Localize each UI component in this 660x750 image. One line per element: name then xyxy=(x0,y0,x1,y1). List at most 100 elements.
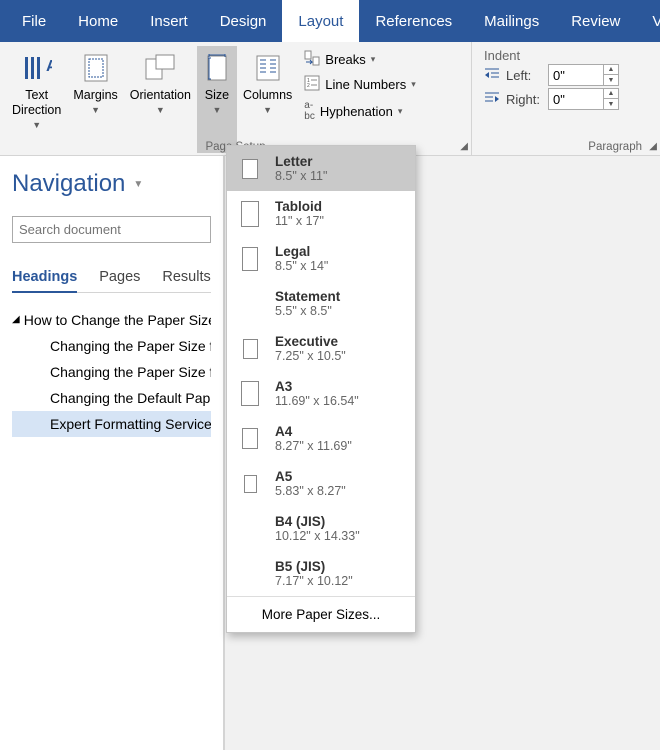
size-dims: 10.12" x 14.33" xyxy=(275,529,360,543)
spin-down-icon[interactable]: ▼ xyxy=(604,75,618,85)
line-numbers-button[interactable]: 12 Line Numbers ▾ xyxy=(302,73,417,96)
tab-layout[interactable]: Layout xyxy=(282,0,359,42)
size-name: B4 (JIS) xyxy=(275,514,360,529)
group-page-setup: A Text Direction ▼ Margins ▼ Orientation… xyxy=(0,42,472,155)
size-button[interactable]: Size ▼ xyxy=(197,46,237,153)
chevron-down-icon: ▾ xyxy=(411,79,416,90)
size-dims: 7.25" x 10.5" xyxy=(275,349,346,363)
spin-down-icon[interactable]: ▼ xyxy=(604,99,618,109)
tree-item[interactable]: Changing the Default Paper Size xyxy=(12,385,211,411)
page-thumb-icon xyxy=(239,339,261,359)
indent-right-icon xyxy=(484,91,500,108)
text-direction-label: Text Direction xyxy=(12,88,61,118)
tab-review[interactable]: Review xyxy=(555,0,636,42)
chevron-down-icon: ▼ xyxy=(32,118,41,133)
chevron-down-icon: ▾ xyxy=(398,106,403,117)
tab-home[interactable]: Home xyxy=(62,0,134,42)
navtab-headings[interactable]: Headings xyxy=(12,269,77,293)
margins-button[interactable]: Margins ▼ xyxy=(67,46,123,153)
size-option-letter[interactable]: Letter8.5" x 11" xyxy=(227,146,415,191)
size-dims: 7.17" x 10.12" xyxy=(275,574,353,588)
size-option-b4-jis-[interactable]: B4 (JIS)10.12" x 14.33" xyxy=(227,506,415,551)
tree-root[interactable]: ◢ How to Change the Paper Size in Word xyxy=(12,307,211,333)
margins-label: Margins xyxy=(73,88,117,103)
tab-insert[interactable]: Insert xyxy=(134,0,204,42)
size-option-a4[interactable]: A48.27" x 11.69" xyxy=(227,416,415,461)
page-thumb-icon xyxy=(239,201,261,227)
search-input[interactable] xyxy=(12,216,211,243)
tab-references[interactable]: References xyxy=(359,0,468,42)
size-dims: 11.69" x 16.54" xyxy=(275,394,359,408)
indent-left-input[interactable] xyxy=(549,65,603,85)
page-setup-launcher[interactable]: ◢ xyxy=(460,141,468,152)
svg-text:A: A xyxy=(46,58,52,75)
size-option-b5-jis-[interactable]: B5 (JIS)7.17" x 10.12" xyxy=(227,551,415,596)
paragraph-launcher[interactable]: ◢ xyxy=(649,141,657,152)
breaks-button[interactable]: Breaks ▾ xyxy=(302,48,417,71)
chevron-down-icon: ▼ xyxy=(212,103,221,118)
size-dims: 8.5" x 14" xyxy=(275,259,328,273)
size-option-a3[interactable]: A311.69" x 16.54" xyxy=(227,371,415,416)
columns-button[interactable]: Columns ▼ xyxy=(237,46,298,153)
columns-label: Columns xyxy=(243,88,292,103)
tab-file[interactable]: File xyxy=(6,0,62,42)
left-label: Left: xyxy=(506,68,542,83)
spin-up-icon[interactable]: ▲ xyxy=(604,65,618,75)
navigation-panel: Navigation ▼ Headings Pages Results ◢ How … xyxy=(0,156,224,750)
hyphenation-button[interactable]: a-bc Hyphenation ▾ xyxy=(302,98,417,124)
size-label: Size xyxy=(205,88,229,103)
tree-item[interactable]: Expert Formatting Services xyxy=(12,411,211,437)
navigation-title: Navigation ▼ xyxy=(12,170,211,198)
size-name: B5 (JIS) xyxy=(275,559,353,574)
size-option-executive[interactable]: Executive7.25" x 10.5" xyxy=(227,326,415,371)
size-dims: 11" x 17" xyxy=(275,214,324,228)
indent-right-input[interactable] xyxy=(549,89,603,109)
navtab-results[interactable]: Results xyxy=(162,269,210,292)
size-dims: 8.27" x 11.69" xyxy=(275,439,352,453)
size-option-a5[interactable]: A55.83" x 8.27" xyxy=(227,461,415,506)
tree-root-label: How to Change the Paper Size in Word xyxy=(24,307,211,333)
page-thumb-icon xyxy=(239,247,261,271)
size-option-statement[interactable]: Statement5.5" x 8.5" xyxy=(227,281,415,326)
spin-up-icon[interactable]: ▲ xyxy=(604,89,618,99)
tree-item[interactable]: Changing the Paper Size for a Section xyxy=(12,359,211,385)
size-name: Statement xyxy=(275,289,340,304)
size-name: Letter xyxy=(275,154,327,169)
collapse-icon[interactable]: ◢ xyxy=(12,307,20,333)
size-option-legal[interactable]: Legal8.5" x 14" xyxy=(227,236,415,281)
menu-bar: FileHomeInsertDesignLayoutReferencesMail… xyxy=(0,0,660,42)
size-option-tabloid[interactable]: Tabloid11" x 17" xyxy=(227,191,415,236)
ribbon: A Text Direction ▼ Margins ▼ Orientation… xyxy=(0,42,660,156)
size-name: Tabloid xyxy=(275,199,324,214)
line-numbers-icon: 12 xyxy=(304,75,320,94)
text-direction-button[interactable]: A Text Direction ▼ xyxy=(6,46,67,153)
margins-icon xyxy=(82,50,110,86)
headings-tree: ◢ How to Change the Paper Size in Word C… xyxy=(12,307,211,437)
group-paragraph: Indent Left: ▲▼ Right: ▲▼ Paragraph ◢ xyxy=(472,42,660,155)
hyphenation-label: Hyphenation xyxy=(320,104,393,119)
navtab-pages[interactable]: Pages xyxy=(99,269,140,292)
size-name: A4 xyxy=(275,424,352,439)
indent-left-icon xyxy=(484,67,500,84)
page-thumb-icon xyxy=(239,159,261,179)
tree-item[interactable]: Changing the Paper Size for a Whole Docu… xyxy=(12,333,211,359)
chevron-down-icon: ▼ xyxy=(263,103,272,118)
tab-mailings[interactable]: Mailings xyxy=(468,0,555,42)
text-direction-icon: A xyxy=(22,50,52,86)
indent-left-spinner[interactable]: ▲▼ xyxy=(548,64,619,86)
orientation-button[interactable]: Orientation ▼ xyxy=(124,46,197,153)
chevron-down-icon[interactable]: ▼ xyxy=(133,179,143,190)
columns-icon xyxy=(254,50,282,86)
indent-right-spinner[interactable]: ▲▼ xyxy=(548,88,619,110)
tab-view[interactable]: View xyxy=(636,0,660,42)
navigation-title-text: Navigation xyxy=(12,170,125,198)
breaks-icon xyxy=(304,50,320,69)
group-label-paragraph: Paragraph xyxy=(472,141,642,153)
nav-tabs: Headings Pages Results xyxy=(12,269,211,293)
size-icon xyxy=(203,50,231,86)
size-dims: 5.83" x 8.27" xyxy=(275,484,346,498)
hyphenation-icon: a-bc xyxy=(304,100,315,122)
tab-design[interactable]: Design xyxy=(204,0,283,42)
page-thumb-icon xyxy=(239,428,261,449)
more-paper-sizes[interactable]: More Paper Sizes... xyxy=(227,596,415,632)
